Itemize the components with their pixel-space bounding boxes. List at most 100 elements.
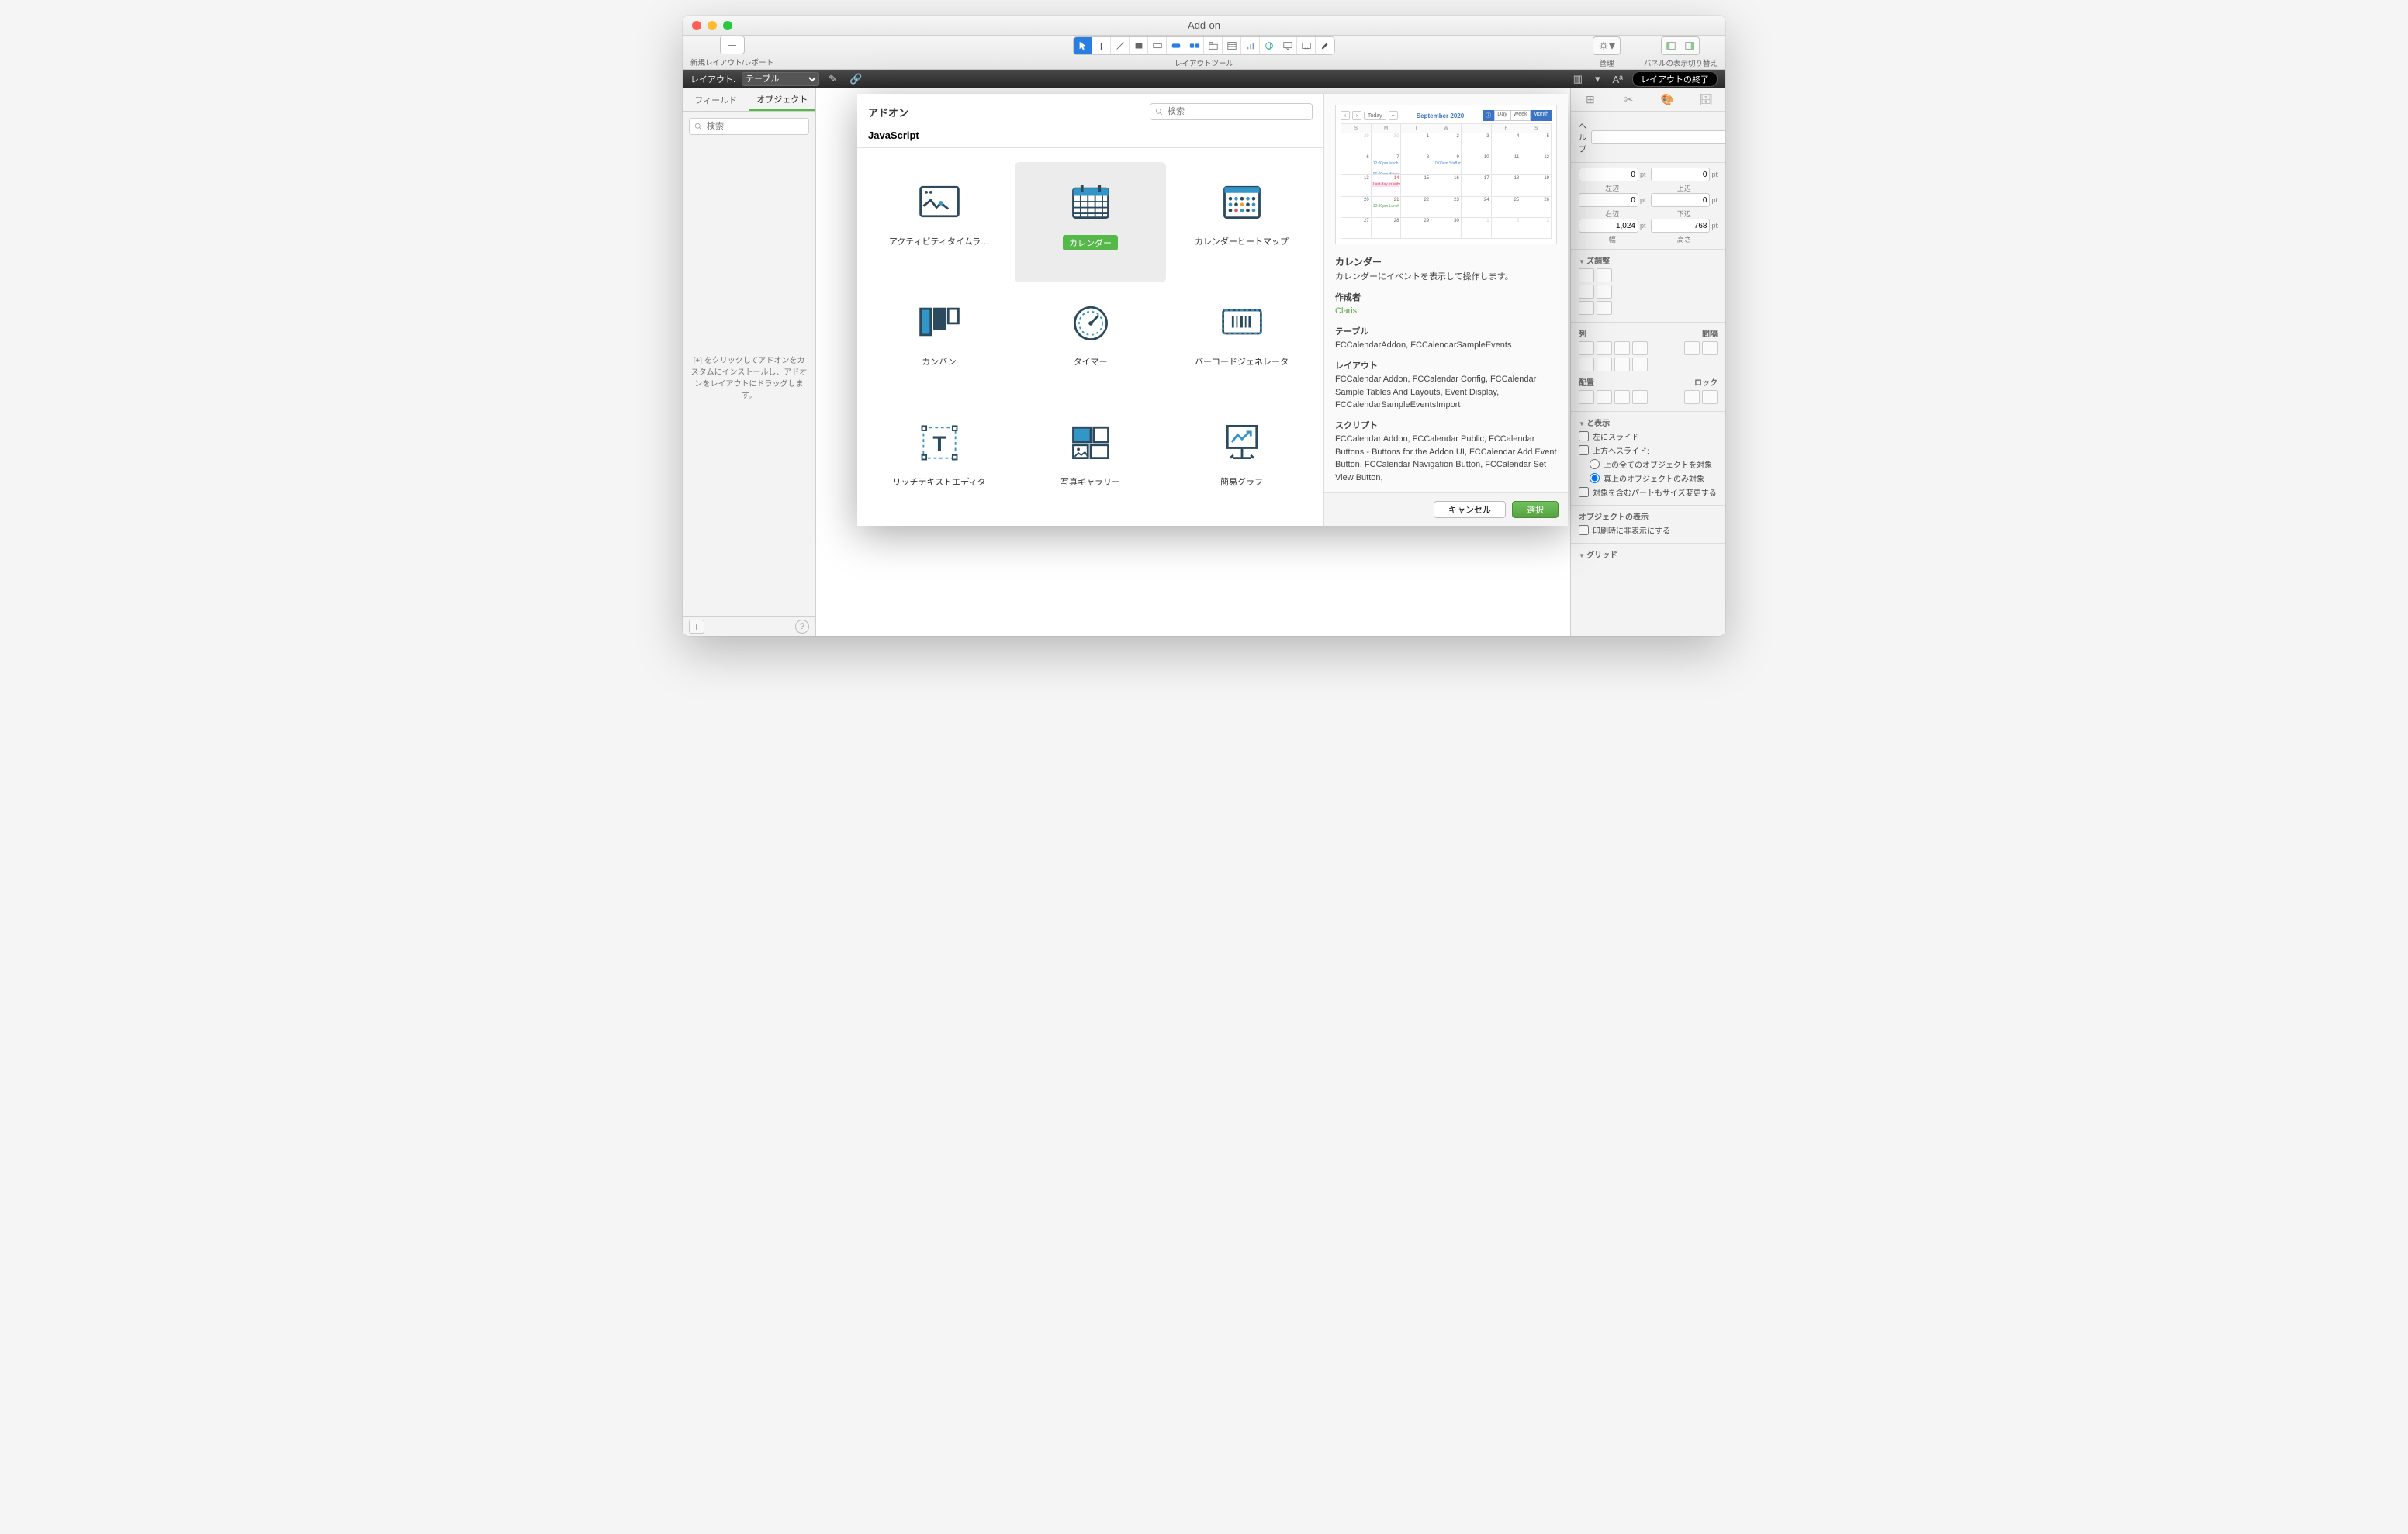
cal-week-view[interactable]: Week — [1510, 110, 1531, 121]
detail-author[interactable]: Claris — [1335, 305, 1557, 318]
right-field[interactable] — [1579, 193, 1638, 207]
detail-layouts: FCCalendar Addon, FCCalendar Config, FCC… — [1335, 373, 1557, 412]
layout-select[interactable]: テーブル — [742, 72, 819, 86]
addon-icon — [1217, 299, 1267, 344]
resize-section[interactable]: ズ調整 — [1579, 254, 1718, 266]
addon-card[interactable]: 簡易グラフ — [1166, 403, 1317, 523]
slide-left-check[interactable] — [1579, 431, 1589, 441]
name-field[interactable] — [1591, 130, 1725, 144]
cal-month-view[interactable]: Month — [1531, 110, 1552, 121]
addon-label: タイマー — [1074, 355, 1108, 368]
cal-grid: SMTWTFS2930123456712:00pm lunch06:00pm d… — [1341, 123, 1552, 239]
select-button[interactable]: 選択 — [1512, 501, 1559, 518]
addon-icon — [915, 299, 964, 344]
exit-layout-button[interactable]: レイアウトの終了 — [1632, 71, 1718, 87]
cancel-button[interactable]: キャンセル — [1434, 501, 1506, 518]
manage-label: 管理 — [1599, 57, 1614, 68]
cal-day-view[interactable]: Day — [1494, 110, 1510, 121]
addon-card[interactable]: タイマー — [1015, 282, 1166, 403]
inspector-tab-data[interactable]: 🗄 — [1687, 88, 1725, 111]
slide-all-radio[interactable] — [1590, 459, 1600, 469]
sidebar-search-input[interactable] — [689, 118, 809, 135]
cal-prev-button[interactable]: ‹ — [1341, 111, 1350, 120]
text-format-icon[interactable]: Aª — [1613, 74, 1623, 85]
addon-icon — [915, 179, 964, 224]
left-field[interactable] — [1579, 168, 1638, 181]
script-label: スクリプト — [1335, 420, 1557, 433]
cal-add-button[interactable]: + — [1389, 111, 1398, 120]
sidebar-help-text: [+] をクリックしてアドオンをカスタムにインストールし、アドオンをレイアウトに… — [690, 355, 808, 402]
bottom-field[interactable] — [1651, 193, 1711, 207]
new-layout-button[interactable]: ＋ — [720, 36, 745, 54]
resize-part-check[interactable] — [1579, 487, 1589, 497]
addon-card[interactable]: カンバン — [863, 282, 1015, 403]
help-button[interactable]: ? — [795, 620, 809, 634]
tab-fields[interactable]: フィールド — [683, 88, 749, 111]
pointer-tool[interactable] — [1074, 37, 1092, 54]
dropdown-icon[interactable]: ▾ — [1595, 73, 1600, 85]
svg-text:T: T — [932, 431, 946, 455]
layout-label: レイアウト — [1335, 360, 1557, 373]
width-field[interactable] — [1579, 219, 1638, 233]
button-tool[interactable] — [1167, 37, 1185, 54]
line-tool[interactable] — [1111, 37, 1130, 54]
field-tool[interactable] — [1148, 37, 1167, 54]
addon-card[interactable]: T リッチテキストエディタ — [863, 403, 1015, 523]
panel-right-button[interactable] — [1680, 37, 1699, 54]
format-painter-tool[interactable] — [1316, 37, 1334, 54]
slide-direct-radio[interactable] — [1590, 473, 1600, 483]
addon-card[interactable]: カレンダーヒートマップ — [1166, 162, 1317, 282]
height-field[interactable] — [1651, 219, 1711, 233]
buttonbar-tool[interactable] — [1185, 37, 1204, 54]
layout-tools: T — [1073, 36, 1335, 55]
detail-scripts: FCCalendar Addon, FCCalendar Public, FCC… — [1335, 433, 1557, 484]
table-label: テーブル — [1335, 326, 1557, 339]
toolbar: ＋ 新規レイアウト/レポート T レイアウトツール — [683, 36, 1725, 70]
modal-title: アドオン — [868, 105, 908, 119]
rect-tool[interactable] — [1130, 37, 1148, 54]
addon-label: リッチテキストエディタ — [893, 475, 986, 488]
addon-icon — [1066, 299, 1116, 344]
addon-icon — [1217, 179, 1267, 224]
addon-modal: アドオン JavaScript アクティビティタイムラ…カレンダーカレンダーヒー… — [857, 94, 1568, 526]
modal-search-input[interactable] — [1150, 103, 1313, 120]
cal-info-button[interactable]: ⓘ — [1483, 110, 1494, 121]
slide-control-tool[interactable] — [1297, 37, 1316, 54]
link-icon[interactable]: 🔗 — [849, 73, 862, 85]
manage-button[interactable]: ▾ — [1593, 36, 1621, 55]
tab-tool[interactable] — [1204, 37, 1223, 54]
inspector-tab-style[interactable]: ✂ — [1610, 88, 1649, 111]
layout-label: レイアウト: — [690, 73, 735, 85]
panel-left-button[interactable] — [1662, 37, 1680, 54]
addon-label: 簡易グラフ — [1220, 475, 1263, 488]
layout-tools-label: レイアウトツール — [1175, 57, 1233, 68]
addon-grid: アクティビティタイムラ…カレンダーカレンダーヒートマップカンバンタイマー バーコー… — [857, 148, 1323, 526]
inspector-tab-appearance[interactable]: 🎨 — [1649, 88, 1687, 111]
top-field[interactable] — [1651, 168, 1711, 181]
portal-tool[interactable] — [1223, 37, 1241, 54]
tab-objects[interactable]: オブジェクト — [749, 88, 816, 111]
visibility-section[interactable]: と表示 — [1579, 416, 1718, 428]
pencil-icon[interactable]: ✎ — [829, 73, 837, 85]
addon-details: カレンダー カレンダーにイベントを表示して操作します。 作成者 Claris テ… — [1324, 255, 1568, 492]
theme-icon[interactable]: ▥ — [1573, 73, 1583, 85]
hide-print-check[interactable] — [1579, 525, 1589, 535]
addon-card[interactable]: バーコードジェネレータ — [1166, 282, 1317, 403]
addon-icon: T — [915, 420, 964, 465]
addon-card[interactable]: アクティビティタイムラ… — [863, 162, 1015, 282]
inspector-help-label: ヘルプ — [1579, 119, 1586, 154]
panel-toggle — [1661, 36, 1700, 55]
add-addon-button[interactable]: + — [689, 620, 704, 634]
addon-label: カレンダーヒートマップ — [1195, 235, 1289, 247]
text-tool[interactable]: T — [1092, 37, 1111, 54]
inspector-tab-position[interactable]: ⊞ — [1571, 88, 1610, 111]
popover-button-tool[interactable] — [1278, 37, 1297, 54]
addon-card[interactable]: 写真ギャラリー — [1015, 403, 1166, 523]
slide-up-check[interactable] — [1579, 445, 1589, 455]
cal-next-button[interactable]: › — [1352, 111, 1361, 120]
chart-tool[interactable] — [1241, 37, 1260, 54]
addon-card[interactable]: カレンダー — [1015, 162, 1166, 282]
grid-section[interactable]: グリッド — [1579, 548, 1718, 560]
webviewer-tool[interactable] — [1260, 37, 1278, 54]
cal-today-button[interactable]: Today — [1364, 112, 1386, 120]
